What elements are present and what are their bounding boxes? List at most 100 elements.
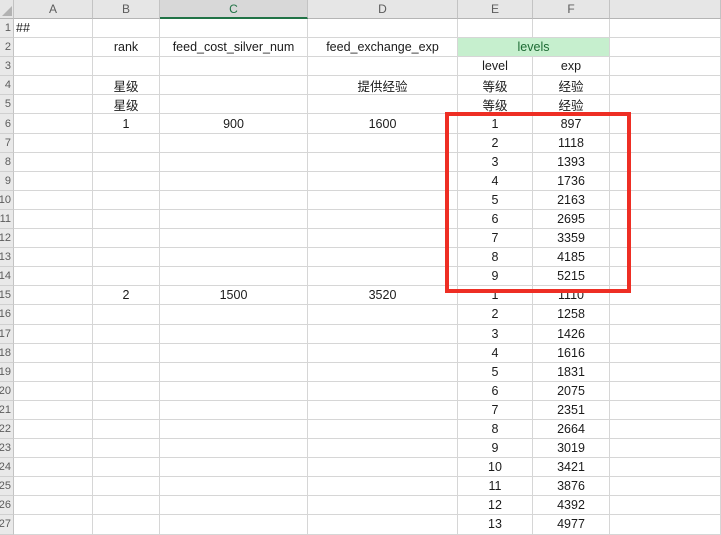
cell-C8[interactable] [160, 153, 308, 172]
cell-G22[interactable] [610, 420, 721, 439]
row-header-10[interactable]: 10 [0, 191, 14, 210]
column-header-G[interactable] [610, 0, 721, 19]
cell-F26[interactable]: 4392 [533, 496, 610, 515]
cell-A19[interactable] [14, 363, 93, 382]
cell-G16[interactable] [610, 305, 721, 324]
cell-B8[interactable] [93, 153, 160, 172]
row-header-25[interactable]: 25 [0, 477, 14, 496]
cell-G19[interactable] [610, 363, 721, 382]
cell-B23[interactable] [93, 439, 160, 458]
cell-A12[interactable] [14, 229, 93, 248]
cell-B11[interactable] [93, 210, 160, 229]
cell-B18[interactable] [93, 344, 160, 363]
cell-F8[interactable]: 1393 [533, 153, 610, 172]
cell-C25[interactable] [160, 477, 308, 496]
cell-G5[interactable] [610, 95, 721, 114]
cell-F10[interactable]: 2163 [533, 191, 610, 210]
cell-E12[interactable]: 7 [458, 229, 533, 248]
cell-F11[interactable]: 2695 [533, 210, 610, 229]
cell-F5[interactable]: 经验 [533, 95, 610, 114]
cell-B4[interactable]: 星级 [93, 76, 160, 95]
cell-C1[interactable] [160, 19, 308, 38]
cell-E10[interactable]: 5 [458, 191, 533, 210]
cell-D22[interactable] [308, 420, 458, 439]
cell-G27[interactable] [610, 515, 721, 534]
cell-D8[interactable] [308, 153, 458, 172]
column-header-F[interactable]: F [533, 0, 610, 19]
cell-B20[interactable] [93, 382, 160, 401]
cell-C2[interactable]: feed_cost_silver_num [160, 38, 308, 57]
cell-A11[interactable] [14, 210, 93, 229]
cell-C20[interactable] [160, 382, 308, 401]
cell-F14[interactable]: 5215 [533, 267, 610, 286]
cell-G23[interactable] [610, 439, 721, 458]
cell-C5[interactable] [160, 95, 308, 114]
cell-D16[interactable] [308, 305, 458, 324]
cell-F25[interactable]: 3876 [533, 477, 610, 496]
row-header-11[interactable]: 11 [0, 210, 14, 229]
cell-D3[interactable] [308, 57, 458, 76]
cell-D9[interactable] [308, 172, 458, 191]
cell-G14[interactable] [610, 267, 721, 286]
cell-D5[interactable] [308, 95, 458, 114]
cell-A26[interactable] [14, 496, 93, 515]
cell-D23[interactable] [308, 439, 458, 458]
cell-B25[interactable] [93, 477, 160, 496]
column-header-E[interactable]: E [458, 0, 533, 19]
cell-D11[interactable] [308, 210, 458, 229]
cell-A9[interactable] [14, 172, 93, 191]
column-header-B[interactable]: B [93, 0, 160, 19]
cell-A6[interactable] [14, 114, 93, 133]
cell-E9[interactable]: 4 [458, 172, 533, 191]
row-header-9[interactable]: 9 [0, 172, 14, 191]
cell-B12[interactable] [93, 229, 160, 248]
cell-G1[interactable] [610, 19, 721, 38]
row-header-26[interactable]: 26 [0, 496, 14, 515]
cell-E1[interactable] [458, 19, 533, 38]
cell-C14[interactable] [160, 267, 308, 286]
cell-D26[interactable] [308, 496, 458, 515]
cell-C13[interactable] [160, 248, 308, 267]
cell-C22[interactable] [160, 420, 308, 439]
cell-C4[interactable] [160, 76, 308, 95]
cell-D4[interactable]: 提供经验 [308, 76, 458, 95]
cell-D14[interactable] [308, 267, 458, 286]
cell-B10[interactable] [93, 191, 160, 210]
cell-F3[interactable]: exp [533, 57, 610, 76]
cell-E19[interactable]: 5 [458, 363, 533, 382]
cell-D21[interactable] [308, 401, 458, 420]
cell-A4[interactable] [14, 76, 93, 95]
cell-C9[interactable] [160, 172, 308, 191]
select-all-corner[interactable] [0, 0, 14, 19]
cell-D19[interactable] [308, 363, 458, 382]
row-header-13[interactable]: 13 [0, 248, 14, 267]
row-header-27[interactable]: 27 [0, 515, 14, 534]
cell-A7[interactable] [14, 134, 93, 153]
cell-E8[interactable]: 3 [458, 153, 533, 172]
cell-F12[interactable]: 3359 [533, 229, 610, 248]
cell-F22[interactable]: 2664 [533, 420, 610, 439]
cell-F27[interactable]: 4977 [533, 515, 610, 534]
cell-G26[interactable] [610, 496, 721, 515]
cell-G25[interactable] [610, 477, 721, 496]
row-header-19[interactable]: 19 [0, 363, 14, 382]
cell-B2[interactable]: rank [93, 38, 160, 57]
cell-E17[interactable]: 3 [458, 325, 533, 344]
row-header-1[interactable]: 1 [0, 19, 14, 38]
cell-E25[interactable]: 11 [458, 477, 533, 496]
cell-B19[interactable] [93, 363, 160, 382]
row-header-22[interactable]: 22 [0, 420, 14, 439]
cell-C19[interactable] [160, 363, 308, 382]
cell-D10[interactable] [308, 191, 458, 210]
cell-A13[interactable] [14, 248, 93, 267]
cell-C24[interactable] [160, 458, 308, 477]
cell-C26[interactable] [160, 496, 308, 515]
cell-A1[interactable]: ## [14, 19, 93, 38]
cell-A21[interactable] [14, 401, 93, 420]
row-header-24[interactable]: 24 [0, 458, 14, 477]
cell-C11[interactable] [160, 210, 308, 229]
cell-A15[interactable] [14, 286, 93, 305]
cell-D13[interactable] [308, 248, 458, 267]
cell-G7[interactable] [610, 134, 721, 153]
cell-G9[interactable] [610, 172, 721, 191]
